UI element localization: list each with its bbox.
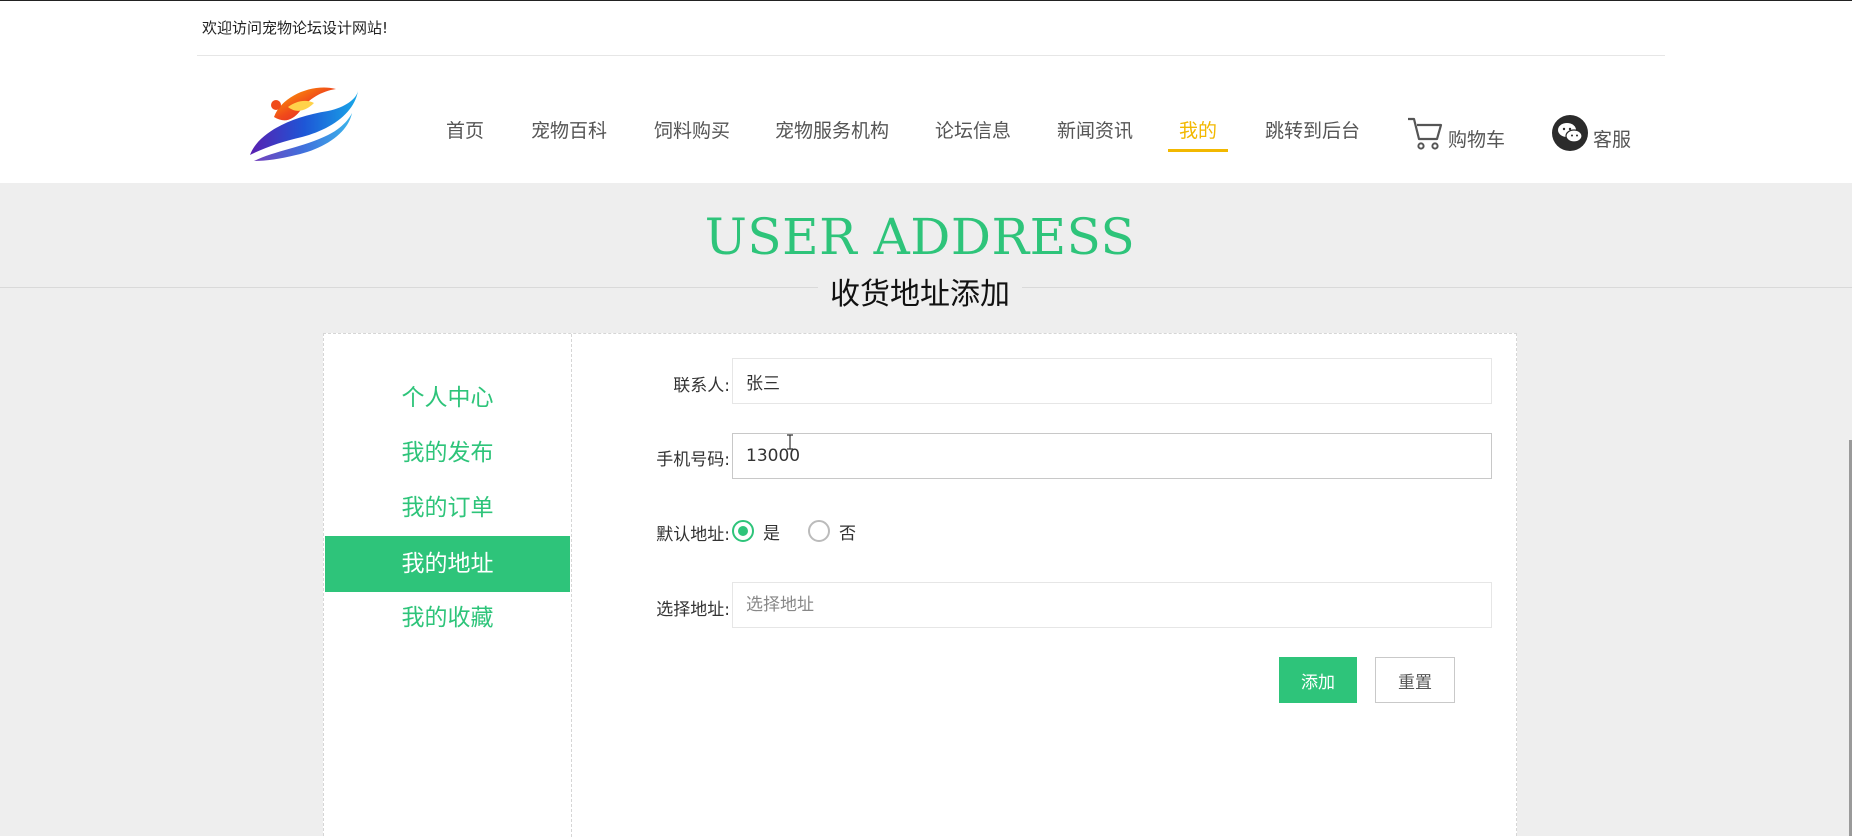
- sidebar-item-my-favorites[interactable]: 我的收藏: [325, 590, 570, 646]
- nav-item-pet-service-agency[interactable]: 宠物服务机构: [775, 109, 889, 153]
- page-title-en: USER ADDRESS: [704, 208, 1136, 266]
- wechat-icon: [1552, 115, 1588, 151]
- site-header: 欢迎访问宠物论坛设计网站! 首页 宠物百科 饲料购买 宠物服务机构 论坛信息 新…: [0, 1, 1852, 183]
- reset-button[interactable]: 重置: [1375, 657, 1455, 703]
- welcome-text: 欢迎访问宠物论坛设计网站!: [202, 19, 389, 37]
- default-address-label: 默认地址:: [656, 525, 730, 545]
- user-sidebar: 个人中心 我的发布 我的订单 我的地址 我的收藏: [324, 334, 572, 837]
- nav-item-forum[interactable]: 论坛信息: [935, 109, 1011, 153]
- radio-unchecked-icon: [808, 520, 830, 542]
- nav-item-news[interactable]: 新闻资讯: [1057, 109, 1133, 153]
- contact-label: 联系人:: [673, 376, 730, 396]
- phone-label: 手机号码:: [656, 450, 730, 470]
- sidebar-item-my-orders[interactable]: 我的订单: [325, 480, 570, 536]
- default-yes-label: 是: [763, 523, 780, 544]
- nav-item-admin[interactable]: 跳转到后台: [1265, 109, 1360, 153]
- address-label: 选择地址:: [656, 600, 730, 620]
- cart-icon: [1408, 117, 1443, 150]
- header-divider: [197, 55, 1665, 56]
- nav-item-home[interactable]: 首页: [446, 109, 484, 153]
- nav-item-feed-purchase[interactable]: 饲料购买: [654, 109, 730, 153]
- default-no-label: 否: [839, 523, 856, 544]
- default-no-radio[interactable]: 否: [808, 519, 856, 544]
- page-subtitle: 收货地址添加: [818, 269, 1022, 313]
- sidebar-item-personal-center[interactable]: 个人中心: [325, 370, 570, 426]
- text-cursor-icon: [787, 434, 793, 450]
- cart-label: 购物车: [1448, 128, 1506, 151]
- cart-button[interactable]: 购物车: [1406, 111, 1505, 155]
- main-content: USER ADDRESS 收货地址添加 个人中心 我的发布 我的订单 我的地址 …: [0, 183, 1852, 837]
- sidebar-item-my-posts[interactable]: 我的发布: [325, 425, 570, 481]
- radio-checked-icon: [732, 520, 754, 542]
- nav-item-mine[interactable]: 我的: [1179, 109, 1217, 153]
- customer-service-button[interactable]: 客服: [1551, 111, 1631, 155]
- page-subtitle-wrap: 收货地址添加: [0, 269, 1840, 313]
- nav-active-underline: [1168, 149, 1228, 152]
- default-address-radio-group: 是 否: [732, 516, 884, 546]
- add-button[interactable]: 添加: [1279, 657, 1357, 703]
- address-panel: 个人中心 我的发布 我的订单 我的地址 我的收藏 联系人: 手机号码: 默认地址…: [323, 333, 1517, 837]
- address-select-input[interactable]: [732, 582, 1492, 628]
- nav-item-pet-encyclopedia[interactable]: 宠物百科: [531, 109, 607, 153]
- contact-input[interactable]: [732, 358, 1492, 404]
- service-label: 客服: [1593, 128, 1632, 151]
- default-yes-radio[interactable]: 是: [732, 519, 780, 544]
- phone-input[interactable]: [732, 433, 1492, 479]
- sidebar-item-my-address[interactable]: 我的地址: [325, 536, 570, 592]
